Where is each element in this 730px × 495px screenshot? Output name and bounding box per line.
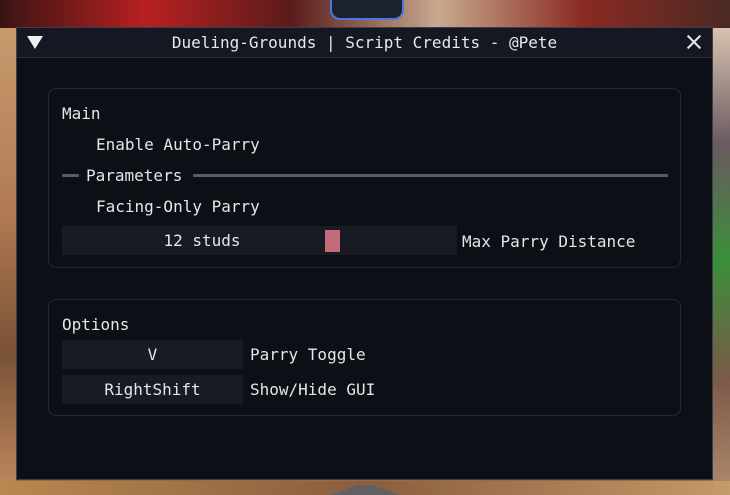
game-background-left [0, 28, 16, 495]
auto-parry-checkbox[interactable]: Enable Auto-Parry [96, 135, 260, 154]
show-hide-gui-keybind-button[interactable]: RightShift [62, 375, 243, 404]
show-hide-gui-label: Show/Hide GUI [250, 380, 376, 399]
slider-label: Max Parry Distance [462, 232, 636, 251]
options-heading: Options [62, 315, 130, 334]
options-section: Options V Parry Toggle RightShift Show/H… [48, 299, 681, 416]
collapse-triangle-icon[interactable] [27, 36, 43, 49]
facing-only-checkbox[interactable]: Facing-Only Parry [96, 197, 260, 216]
parameters-separator-label: Parameters [86, 166, 183, 185]
close-icon[interactable] [684, 32, 704, 52]
max-parry-distance-slider[interactable]: 12 studs [62, 226, 457, 255]
game-hud-badge [330, 0, 404, 20]
parameters-separator-right [193, 174, 668, 177]
parameters-separator-left [62, 174, 79, 177]
parry-toggle-label: Parry Toggle [250, 345, 366, 364]
titlebar[interactable]: Dueling-Grounds | Script Credits - @Pete [17, 28, 712, 58]
main-heading: Main [62, 104, 101, 123]
main-section: Main Enable Auto-Parry Parameters Facing… [48, 88, 681, 268]
window-title: Dueling-Grounds | Script Credits - @Pete [171, 33, 558, 52]
slider-grab-handle[interactable] [325, 230, 340, 252]
game-background-right [713, 28, 730, 495]
script-window: Dueling-Grounds | Script Credits - @Pete… [16, 27, 713, 480]
slider-value: 12 studs [163, 231, 241, 250]
parry-toggle-keybind-button[interactable]: V [62, 340, 243, 369]
